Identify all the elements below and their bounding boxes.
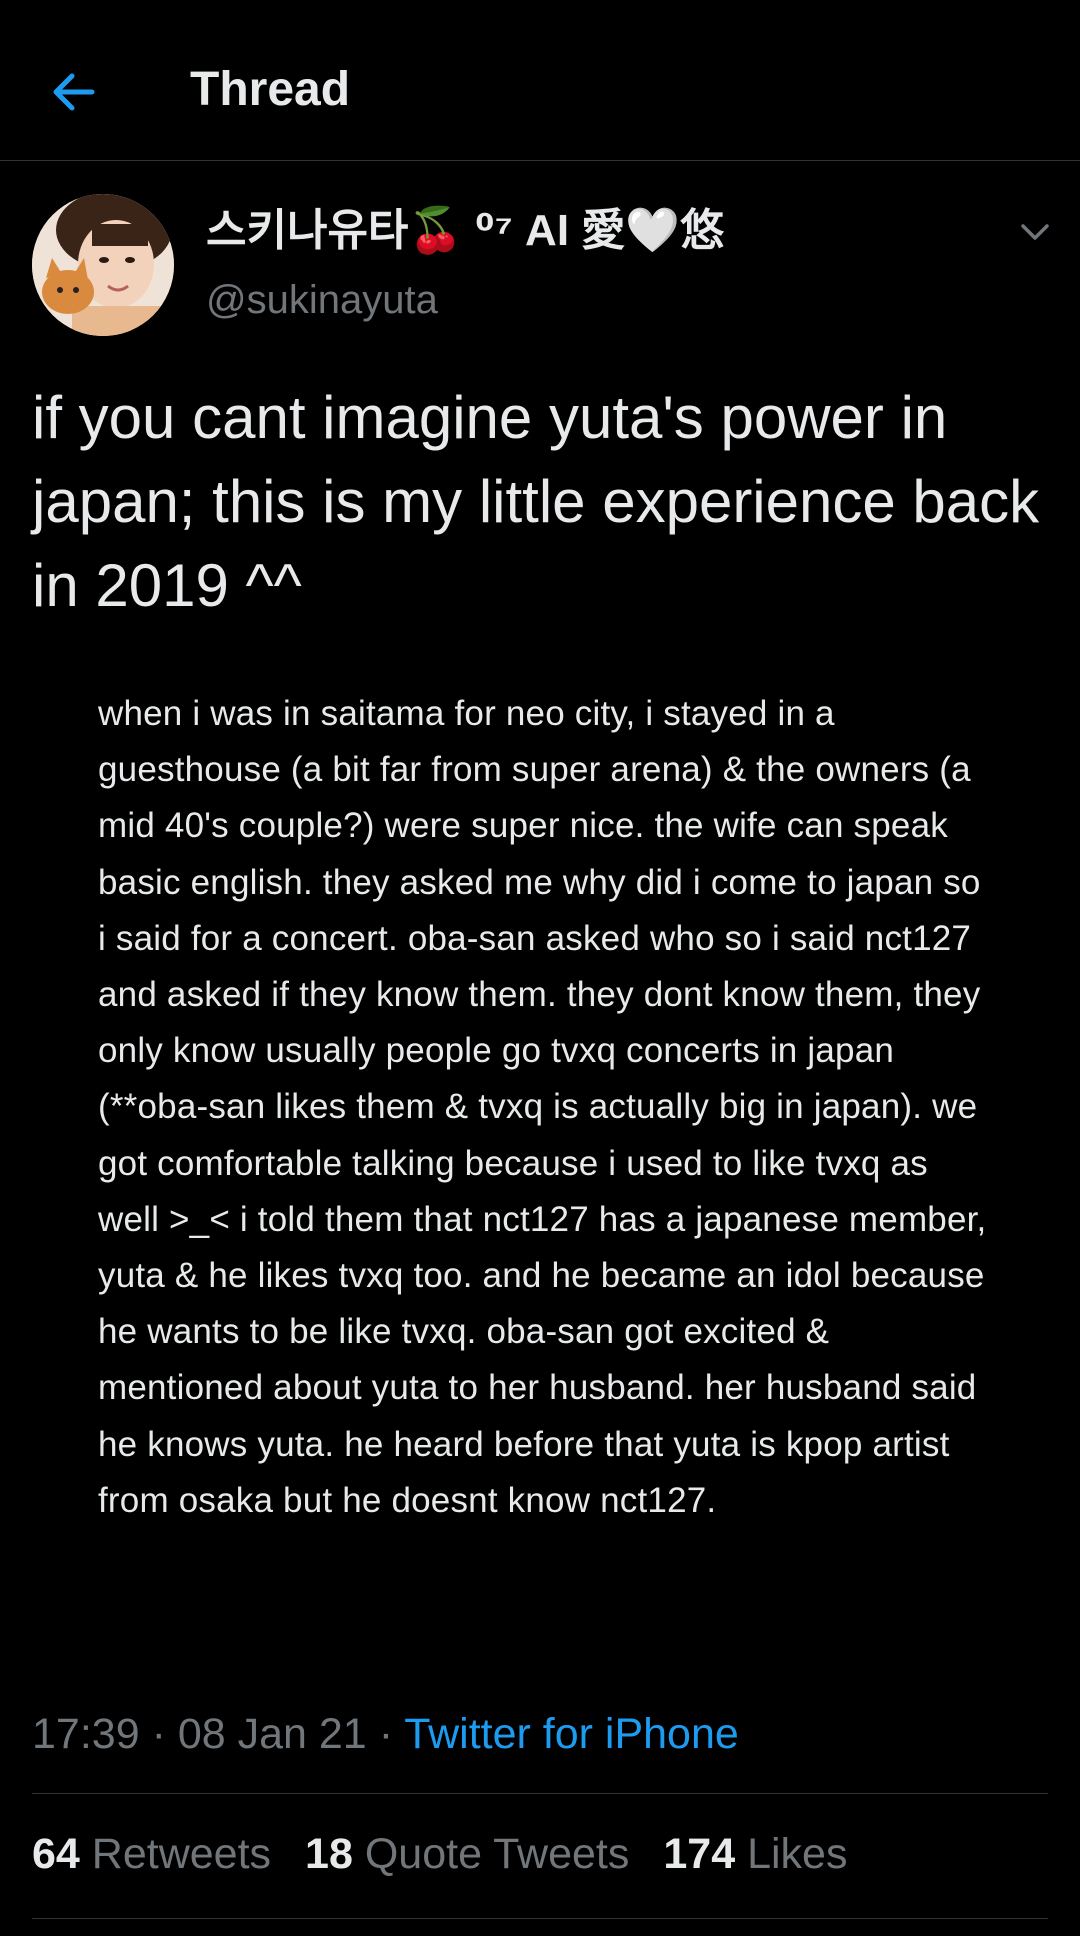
quote-tweets-count: 18 xyxy=(305,1830,353,1878)
divider xyxy=(32,1918,1048,1919)
meta-separator: · xyxy=(378,1710,394,1758)
likes-label: Likes xyxy=(747,1830,848,1878)
avatar[interactable] xyxy=(32,194,174,336)
tweet-date: 08 Jan 21 xyxy=(177,1710,367,1758)
tweet-time: 17:39 xyxy=(32,1710,140,1758)
tweet-stats: 64 Retweets 18 Quote Tweets 174 Likes xyxy=(32,1826,847,1882)
chevron-down-icon xyxy=(1021,224,1049,240)
retweets-count: 64 xyxy=(32,1830,80,1878)
more-options-button[interactable] xyxy=(1010,212,1060,252)
likes-count: 174 xyxy=(663,1830,736,1878)
arrow-left-icon xyxy=(53,73,95,111)
divider xyxy=(32,1793,1048,1794)
back-button[interactable] xyxy=(44,62,104,122)
author-display-name[interactable]: 스키나유타🍒 ⁰⁷ AI 愛🤍悠 xyxy=(206,203,724,259)
meta-separator: · xyxy=(151,1710,166,1758)
tweet-source-link[interactable]: Twitter for iPhone xyxy=(404,1710,739,1758)
page-title: Thread xyxy=(190,63,351,116)
author-handle[interactable]: @sukinayuta xyxy=(206,274,438,326)
quote-tweets-label: Quote Tweets xyxy=(364,1830,630,1878)
retweets-label: Retweets xyxy=(91,1830,272,1878)
tweet-text: if you cant imagine yuta's power in japa… xyxy=(32,384,1040,619)
quote-tweets-stat[interactable]: 18 Quote Tweets xyxy=(305,1830,629,1878)
tweet-meta: 17:39 · 08 Jan 21 · Twitter for iPhone xyxy=(32,1706,739,1762)
attached-image-text[interactable]: when i was in saitama for neo city, i st… xyxy=(98,686,998,1529)
top-bar: Thread xyxy=(0,0,1080,161)
avatar-image xyxy=(32,194,174,336)
likes-stat[interactable]: 174 Likes xyxy=(663,1830,847,1878)
retweets-stat[interactable]: 64 Retweets xyxy=(32,1830,271,1878)
